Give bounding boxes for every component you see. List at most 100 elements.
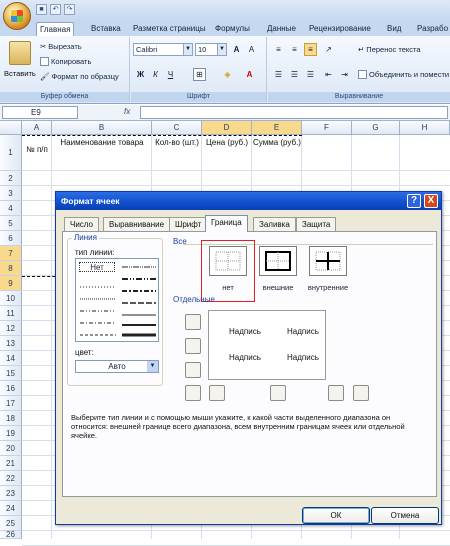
font-size-select[interactable]: 10 ▼	[195, 43, 227, 56]
merge-center-button[interactable]: Объединить и помести	[358, 70, 449, 79]
column-header-g[interactable]: G	[352, 121, 400, 135]
tab-page-layout[interactable]: Разметка страницы	[130, 22, 209, 36]
cancel-button[interactable]: Отмена	[371, 507, 439, 524]
header-cell-d[interactable]: Цена (руб.)	[202, 138, 252, 148]
grow-font-button[interactable]: A	[230, 43, 243, 56]
header-cell-c[interactable]: Кол-во (шт.)	[152, 138, 202, 148]
row-header[interactable]: 1	[0, 135, 22, 171]
column-header-a[interactable]: A	[22, 121, 52, 135]
copy-button[interactable]: Копировать	[40, 57, 91, 66]
italic-button[interactable]: К	[149, 68, 162, 81]
row-header[interactable]: 23	[0, 486, 22, 501]
column-header-e[interactable]: E	[252, 121, 302, 135]
row-header[interactable]: 8	[0, 261, 22, 276]
tab-review[interactable]: Рецензирование	[306, 22, 374, 36]
tab-border[interactable]: Граница	[205, 215, 248, 232]
tab-fill[interactable]: Заливка	[253, 217, 296, 231]
border-top-button[interactable]	[185, 314, 201, 330]
align-left-button[interactable]: ☰	[272, 68, 285, 81]
row-header[interactable]: 3	[0, 186, 22, 201]
border-diagonal-up-button[interactable]	[185, 385, 201, 401]
ok-button[interactable]: ОК	[302, 507, 370, 524]
row-header[interactable]: 16	[0, 381, 22, 396]
line-style-list[interactable]: Нет	[75, 258, 159, 342]
column-header-d[interactable]: D	[202, 121, 252, 135]
column-header-c[interactable]: C	[152, 121, 202, 135]
name-box[interactable]: E9	[2, 106, 78, 119]
border-middle-h-button[interactable]	[185, 338, 201, 354]
tab-protection[interactable]: Защита	[296, 217, 337, 231]
row-header[interactable]: 12	[0, 321, 22, 336]
cut-button[interactable]: ✂ Вырезать	[40, 42, 82, 51]
header-cell-e[interactable]: Сумма (руб.)	[252, 138, 302, 148]
save-icon[interactable]: ■	[36, 4, 47, 15]
row-header[interactable]: 6	[0, 231, 22, 246]
fill-color-button[interactable]: ◈	[221, 68, 234, 81]
paste-button[interactable]: Вставить	[4, 69, 36, 78]
row-header[interactable]: 25	[0, 516, 22, 531]
row-header[interactable]: 14	[0, 351, 22, 366]
select-all-corner[interactable]	[0, 121, 22, 135]
preset-none-button[interactable]	[209, 246, 247, 276]
paste-icon[interactable]	[9, 41, 31, 65]
bold-button[interactable]: Ж	[134, 68, 147, 81]
row-header[interactable]: 20	[0, 441, 22, 456]
font-color-button[interactable]: A	[243, 68, 256, 81]
increase-indent-button[interactable]: ⇥	[338, 68, 351, 81]
help-button[interactable]: ?	[407, 194, 421, 208]
border-diagonal-down-button[interactable]	[353, 385, 369, 401]
align-center-button[interactable]: ☰	[288, 68, 301, 81]
row-header[interactable]: 2	[0, 171, 22, 186]
header-cell-a[interactable]: № п/п	[22, 145, 52, 155]
office-button[interactable]	[3, 2, 31, 30]
row-header[interactable]: 24	[0, 501, 22, 516]
fx-icon[interactable]: fx	[124, 107, 130, 116]
column-header-b[interactable]: B	[52, 121, 152, 135]
row-header[interactable]: 9	[0, 276, 22, 291]
redo-icon[interactable]: ↷	[64, 4, 75, 15]
color-select[interactable]: Авто ▼	[75, 360, 159, 373]
border-preview[interactable]: Надпись Надпись Надпись Надпись	[208, 310, 326, 380]
row-header[interactable]: 26	[0, 530, 22, 539]
align-right-button[interactable]: ☰	[304, 68, 317, 81]
row-header[interactable]: 21	[0, 456, 22, 471]
borders-button[interactable]: ⊞	[193, 68, 206, 81]
tab-home[interactable]: Главная	[36, 22, 75, 36]
tab-developer[interactable]: Разрабо	[414, 22, 450, 36]
tab-insert[interactable]: Вставка	[88, 22, 124, 36]
align-middle-button[interactable]: ≡	[288, 43, 301, 56]
formula-input[interactable]	[140, 106, 448, 119]
tab-view[interactable]: Вид	[384, 22, 404, 36]
row-header[interactable]: 18	[0, 411, 22, 426]
tab-font[interactable]: Шрифт	[169, 217, 208, 231]
border-middle-v-button[interactable]	[270, 385, 286, 401]
column-header-h[interactable]: H	[400, 121, 450, 135]
tab-alignment[interactable]: Выравнивание	[103, 217, 171, 231]
row-header[interactable]: 17	[0, 396, 22, 411]
row-header[interactable]: 22	[0, 471, 22, 486]
preset-outline-button[interactable]	[259, 246, 297, 276]
decrease-indent-button[interactable]: ⇤	[322, 68, 335, 81]
preset-inside-button[interactable]	[309, 246, 347, 276]
close-button[interactable]: X	[424, 194, 438, 208]
font-name-select[interactable]: Calibri ▼	[133, 43, 193, 56]
tab-number[interactable]: Число	[64, 217, 100, 231]
underline-button[interactable]: Ч	[164, 68, 177, 81]
row-header[interactable]: 4	[0, 201, 22, 216]
format-painter-button[interactable]: 🖌 Формат по образцу	[40, 72, 119, 81]
align-bottom-button[interactable]: ≡	[304, 43, 317, 56]
row-header[interactable]: 11	[0, 306, 22, 321]
row-header[interactable]: 5	[0, 216, 22, 231]
row-header[interactable]: 15	[0, 366, 22, 381]
row-header[interactable]: 13	[0, 336, 22, 351]
line-styles[interactable]	[76, 259, 160, 343]
header-cell-b[interactable]: Наименование товара	[52, 138, 152, 148]
row-header[interactable]: 7	[0, 246, 22, 261]
border-right-button[interactable]	[328, 385, 344, 401]
tab-formulas[interactable]: Формулы	[212, 22, 253, 36]
orientation-button[interactable]: ↗	[322, 43, 335, 56]
tab-data[interactable]: Данные	[264, 22, 299, 36]
wrap-text-button[interactable]: ↵ Перенос текста	[358, 45, 421, 54]
border-bottom-button[interactable]	[185, 362, 201, 378]
row-header[interactable]: 19	[0, 426, 22, 441]
